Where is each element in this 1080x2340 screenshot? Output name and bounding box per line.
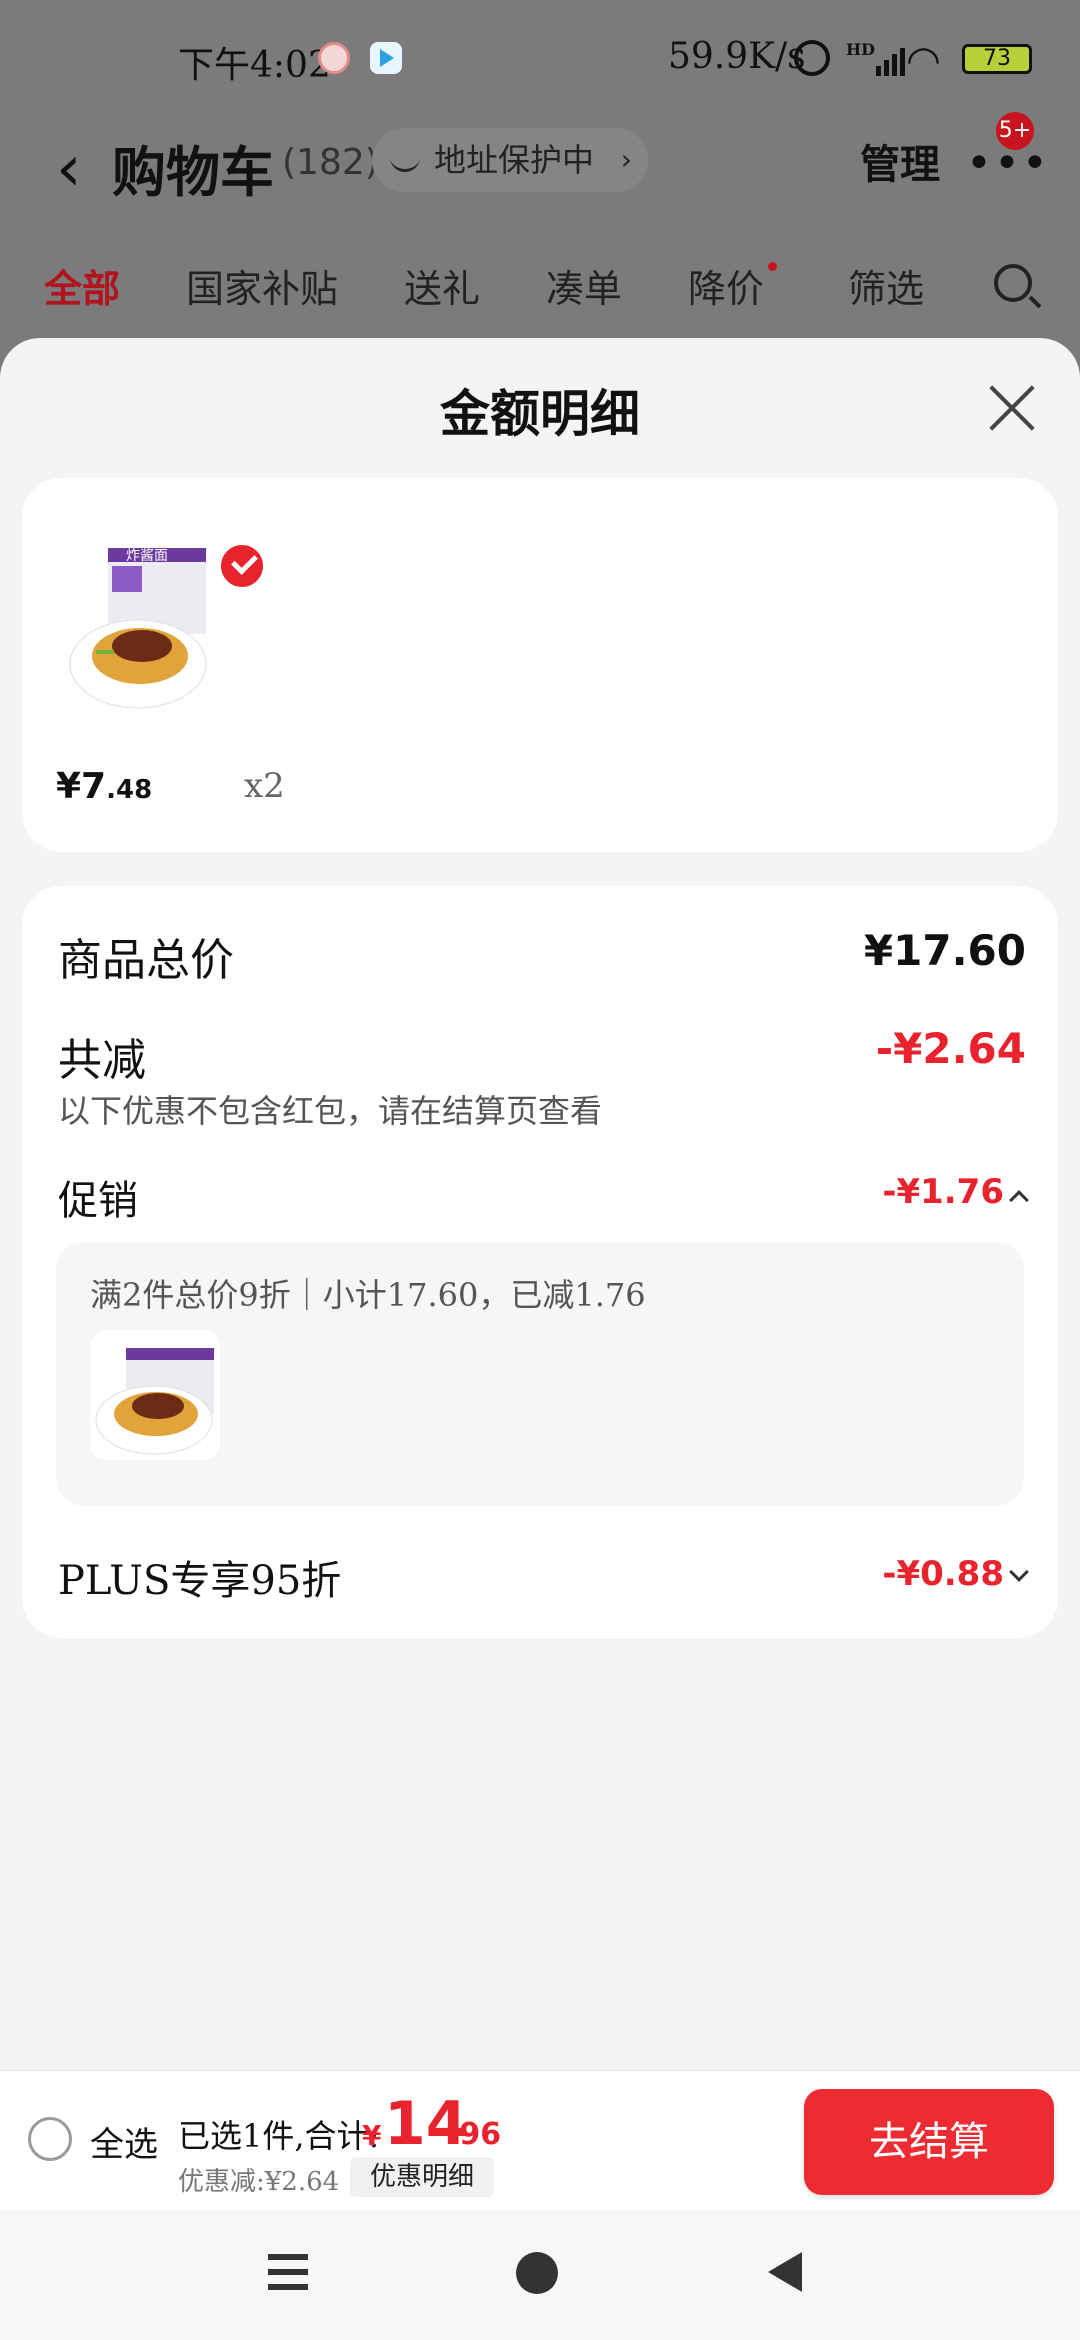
- address-label: 地址保护中: [434, 141, 595, 179]
- tab-national-subsidy[interactable]: 国家补贴: [186, 258, 338, 313]
- page-title: 购物车: [112, 140, 274, 204]
- filter-tabs: 全部 国家补贴 送礼 凑单 降价 筛选: [0, 236, 1080, 336]
- back-triangle-icon[interactable]: [768, 2252, 802, 2292]
- sheet-title: 金额明细: [440, 384, 640, 443]
- home-icon[interactable]: [516, 2252, 558, 2294]
- plus-discount-toggle[interactable]: -¥0.88: [882, 1554, 1029, 1594]
- amount-detail-sheet: 金额明细 炸酱面 ¥7.48 x2 商品总价 ¥17.60 共减 -¥2.64: [0, 338, 1080, 2340]
- selected-count-text: 已选1件,合计:: [178, 2117, 380, 2155]
- tab-price-drop[interactable]: 降价: [688, 258, 764, 313]
- alarm-icon: [794, 40, 830, 76]
- chevron-right-icon: ›: [620, 143, 632, 176]
- app-notification-icon: [318, 42, 350, 74]
- item-card: 炸酱面 ¥7.48 x2: [22, 478, 1058, 852]
- status-bar: 下午4:02 59.9K/s HD ◠ 73: [0, 0, 1080, 110]
- play-notification-icon: [370, 42, 402, 74]
- tab-all[interactable]: 全部: [44, 258, 120, 313]
- battery-icon: 73: [962, 44, 1032, 74]
- total-amount-dec: .96: [448, 2117, 502, 2152]
- item-quantity: x2: [244, 766, 285, 806]
- close-icon[interactable]: [986, 382, 1038, 434]
- tab-combine-order[interactable]: 凑单: [546, 258, 622, 313]
- select-all-label[interactable]: 全选: [90, 2117, 158, 2166]
- system-nav-bar: [0, 2210, 1080, 2340]
- selected-check-icon[interactable]: [218, 542, 266, 590]
- address-protection-pill[interactable]: 地址保护中 ›: [372, 128, 648, 192]
- notification-badge: 5+: [996, 112, 1034, 150]
- promotion-label: 促销: [58, 1178, 138, 1224]
- svg-text:炸酱面: 炸酱面: [126, 548, 168, 564]
- total-price-value: ¥17.60: [863, 926, 1026, 975]
- price-summary-card: 商品总价 ¥17.60 共减 -¥2.64 以下优惠不包含红包，请在结算页查看 …: [22, 886, 1058, 1638]
- tab-gift[interactable]: 送礼: [404, 258, 480, 313]
- promotion-detail-text: 满2件总价9折｜小计17.60，已减1.76: [90, 1276, 646, 1314]
- checkout-bar: 全选 已选1件,合计: ¥ 14 .96 优惠减:¥2.64 优惠明细 去结算: [0, 2070, 1080, 2210]
- promotion-detail-box: 满2件总价9折｜小计17.60，已减1.76: [56, 1242, 1024, 1506]
- discount-detail-button[interactable]: 优惠明细: [350, 2157, 494, 2197]
- wifi-icon: ◠: [906, 38, 941, 84]
- menu-icon[interactable]: [268, 2254, 308, 2290]
- address-icon: [390, 148, 420, 172]
- total-currency: ¥: [362, 2119, 382, 2152]
- chevron-down-icon: [1009, 1562, 1029, 1582]
- total-discount-label: 共减: [58, 1035, 146, 1086]
- cart-count: (182): [282, 142, 379, 183]
- chevron-up-icon: [1009, 1190, 1029, 1210]
- search-icon[interactable]: [994, 264, 1032, 302]
- total-discount-value: -¥2.64: [875, 1024, 1026, 1073]
- select-all-radio[interactable]: [28, 2117, 72, 2161]
- checkout-button[interactable]: 去结算: [804, 2089, 1054, 2195]
- tab-filter[interactable]: 筛选: [848, 258, 924, 313]
- manage-button[interactable]: 管理: [860, 132, 940, 190]
- item-price: ¥7.48: [56, 766, 153, 807]
- total-price-label: 商品总价: [58, 935, 234, 986]
- product-image[interactable]: 炸酱面: [68, 524, 208, 724]
- status-time: 下午4:02: [178, 45, 331, 86]
- price-drop-dot: [768, 262, 777, 271]
- promotion-product-image: [90, 1330, 220, 1460]
- discount-summary: 优惠减:¥2.64: [178, 2167, 340, 2197]
- back-arrow-icon[interactable]: ‹: [56, 132, 82, 206]
- plus-discount-label: PLUS专享95折: [58, 1558, 342, 1604]
- promotion-toggle[interactable]: -¥1.76: [882, 1172, 1029, 1212]
- cart-header: ‹ 购物车 (182) 地址保护中 › 管理 • • • 5+: [0, 110, 1080, 230]
- discount-note: 以下优惠不包含红包，请在结算页查看: [58, 1092, 603, 1130]
- network-speed: 59.9K/s: [668, 36, 806, 77]
